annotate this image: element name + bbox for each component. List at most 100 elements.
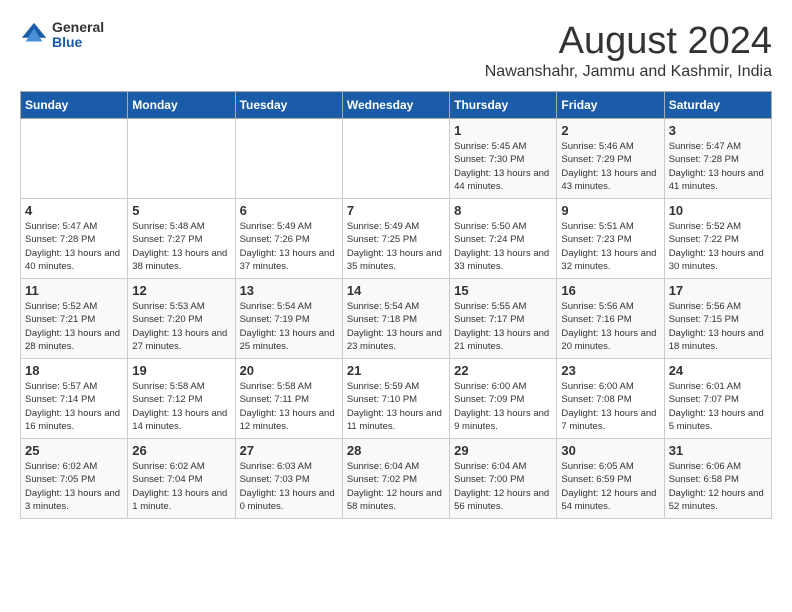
logo-text: General Blue xyxy=(52,20,104,51)
calendar-cell: 17 Sunrise: 5:56 AM Sunset: 7:15 PM Dayli… xyxy=(664,279,771,359)
day-number: 19 xyxy=(132,363,230,378)
cell-info: Sunrise: 5:52 AM Sunset: 7:21 PM Dayligh… xyxy=(25,300,123,353)
day-number: 20 xyxy=(240,363,338,378)
page-header: General Blue August 2024 Nawanshahr, Jam… xyxy=(20,20,772,81)
cell-info: Sunrise: 5:48 AM Sunset: 7:27 PM Dayligh… xyxy=(132,220,230,273)
calendar-cell: 20 Sunrise: 5:58 AM Sunset: 7:11 PM Dayli… xyxy=(235,359,342,439)
cell-info: Sunrise: 5:54 AM Sunset: 7:18 PM Dayligh… xyxy=(347,300,445,353)
calendar-cell: 28Sunrise: 6:04 AM Sunset: 7:02 PM Dayli… xyxy=(342,439,449,519)
title-block: August 2024 Nawanshahr, Jammu and Kashmi… xyxy=(485,20,772,81)
day-number: 9 xyxy=(561,203,659,218)
day-number: 28 xyxy=(347,443,445,458)
logo-blue-label: Blue xyxy=(52,35,104,50)
calendar-cell: 16Sunrise: 5:56 AM Sunset: 7:16 PM Dayli… xyxy=(557,279,664,359)
calendar-cell: 7 Sunrise: 5:49 AM Sunset: 7:25 PM Daylig… xyxy=(342,199,449,279)
day-number: 14 xyxy=(347,283,445,298)
calendar-cell: 21 Sunrise: 5:59 AM Sunset: 7:10 PM Dayli… xyxy=(342,359,449,439)
day-number: 11 xyxy=(25,283,123,298)
day-number: 27 xyxy=(240,443,338,458)
cell-info: Sunrise: 5:52 AM Sunset: 7:22 PM Dayligh… xyxy=(669,220,767,273)
calendar-cell: 11 Sunrise: 5:52 AM Sunset: 7:21 PM Dayli… xyxy=(21,279,128,359)
calendar-cell: 23 Sunrise: 6:00 AM Sunset: 7:08 PM Dayli… xyxy=(557,359,664,439)
calendar-cell: 8Sunrise: 5:50 AM Sunset: 7:24 PM Daylig… xyxy=(450,199,557,279)
cell-info: Sunrise: 6:00 AM Sunset: 7:08 PM Dayligh… xyxy=(561,380,659,433)
column-header-wednesday: Wednesday xyxy=(342,92,449,119)
calendar-cell: 15 Sunrise: 5:55 AM Sunset: 7:17 PM Dayli… xyxy=(450,279,557,359)
cell-info: Sunrise: 6:03 AM Sunset: 7:03 PM Dayligh… xyxy=(240,460,338,513)
day-number: 21 xyxy=(347,363,445,378)
calendar-week-4: 18Sunrise: 5:57 AM Sunset: 7:14 PM Dayli… xyxy=(21,359,772,439)
day-number: 25 xyxy=(25,443,123,458)
cell-info: Sunrise: 5:58 AM Sunset: 7:12 PM Dayligh… xyxy=(132,380,230,433)
day-number: 22 xyxy=(454,363,552,378)
cell-info: Sunrise: 6:02 AM Sunset: 7:05 PM Dayligh… xyxy=(25,460,123,513)
day-number: 31 xyxy=(669,443,767,458)
day-number: 29 xyxy=(454,443,552,458)
calendar-cell: 25 Sunrise: 6:02 AM Sunset: 7:05 PM Dayli… xyxy=(21,439,128,519)
calendar-cell: 3 Sunrise: 5:47 AM Sunset: 7:28 PM Daylig… xyxy=(664,119,771,199)
calendar-cell: 1Sunrise: 5:45 AM Sunset: 7:30 PM Daylig… xyxy=(450,119,557,199)
calendar-cell: 26 Sunrise: 6:02 AM Sunset: 7:04 PM Dayli… xyxy=(128,439,235,519)
calendar-cell: 29 Sunrise: 6:04 AM Sunset: 7:00 PM Dayli… xyxy=(450,439,557,519)
cell-info: Sunrise: 5:50 AM Sunset: 7:24 PM Dayligh… xyxy=(454,220,552,273)
column-header-thursday: Thursday xyxy=(450,92,557,119)
cell-info: Sunrise: 5:58 AM Sunset: 7:11 PM Dayligh… xyxy=(240,380,338,433)
day-number: 26 xyxy=(132,443,230,458)
cell-info: Sunrise: 5:47 AM Sunset: 7:28 PM Dayligh… xyxy=(669,140,767,193)
cell-info: Sunrise: 5:51 AM Sunset: 7:23 PM Dayligh… xyxy=(561,220,659,273)
calendar-cell: 27 Sunrise: 6:03 AM Sunset: 7:03 PM Dayli… xyxy=(235,439,342,519)
day-number: 18 xyxy=(25,363,123,378)
cell-info: Sunrise: 5:59 AM Sunset: 7:10 PM Dayligh… xyxy=(347,380,445,433)
calendar-cell: 12Sunrise: 5:53 AM Sunset: 7:20 PM Dayli… xyxy=(128,279,235,359)
calendar-week-5: 25 Sunrise: 6:02 AM Sunset: 7:05 PM Dayli… xyxy=(21,439,772,519)
cell-info: Sunrise: 6:05 AM Sunset: 6:59 PM Dayligh… xyxy=(561,460,659,513)
cell-info: Sunrise: 6:02 AM Sunset: 7:04 PM Dayligh… xyxy=(132,460,230,513)
calendar-cell: 9 Sunrise: 5:51 AM Sunset: 7:23 PM Daylig… xyxy=(557,199,664,279)
calendar-cell: 4 Sunrise: 5:47 AM Sunset: 7:28 PM Daylig… xyxy=(21,199,128,279)
calendar-cell: 22 Sunrise: 6:00 AM Sunset: 7:09 PM Dayli… xyxy=(450,359,557,439)
cell-info: Sunrise: 5:49 AM Sunset: 7:26 PM Dayligh… xyxy=(240,220,338,273)
calendar-week-2: 4 Sunrise: 5:47 AM Sunset: 7:28 PM Daylig… xyxy=(21,199,772,279)
location-subtitle: Nawanshahr, Jammu and Kashmir, India xyxy=(485,63,772,81)
column-header-friday: Friday xyxy=(557,92,664,119)
cell-info: Sunrise: 6:01 AM Sunset: 7:07 PM Dayligh… xyxy=(669,380,767,433)
calendar-week-1: 1Sunrise: 5:45 AM Sunset: 7:30 PM Daylig… xyxy=(21,119,772,199)
column-header-sunday: Sunday xyxy=(21,92,128,119)
cell-info: Sunrise: 5:54 AM Sunset: 7:19 PM Dayligh… xyxy=(240,300,338,353)
calendar-cell: 19 Sunrise: 5:58 AM Sunset: 7:12 PM Dayli… xyxy=(128,359,235,439)
logo: General Blue xyxy=(20,20,104,51)
day-number: 17 xyxy=(669,283,767,298)
day-number: 30 xyxy=(561,443,659,458)
calendar-cell xyxy=(21,119,128,199)
logo-icon xyxy=(20,21,48,49)
day-number: 4 xyxy=(25,203,123,218)
month-year-title: August 2024 xyxy=(485,20,772,63)
day-number: 3 xyxy=(669,123,767,138)
calendar-cell: 2Sunrise: 5:46 AM Sunset: 7:29 PM Daylig… xyxy=(557,119,664,199)
header-row: SundayMondayTuesdayWednesdayThursdayFrid… xyxy=(21,92,772,119)
day-number: 5 xyxy=(132,203,230,218)
column-header-tuesday: Tuesday xyxy=(235,92,342,119)
day-number: 6 xyxy=(240,203,338,218)
calendar-cell: 31Sunrise: 6:06 AM Sunset: 6:58 PM Dayli… xyxy=(664,439,771,519)
calendar-week-3: 11 Sunrise: 5:52 AM Sunset: 7:21 PM Dayli… xyxy=(21,279,772,359)
day-number: 15 xyxy=(454,283,552,298)
day-number: 23 xyxy=(561,363,659,378)
day-number: 7 xyxy=(347,203,445,218)
calendar-header: SundayMondayTuesdayWednesdayThursdayFrid… xyxy=(21,92,772,119)
calendar-cell xyxy=(128,119,235,199)
calendar-cell xyxy=(342,119,449,199)
calendar-cell: 10Sunrise: 5:52 AM Sunset: 7:22 PM Dayli… xyxy=(664,199,771,279)
column-header-monday: Monday xyxy=(128,92,235,119)
calendar-cell: 14 Sunrise: 5:54 AM Sunset: 7:18 PM Dayli… xyxy=(342,279,449,359)
cell-info: Sunrise: 5:56 AM Sunset: 7:15 PM Dayligh… xyxy=(669,300,767,353)
cell-info: Sunrise: 6:04 AM Sunset: 7:00 PM Dayligh… xyxy=(454,460,552,513)
cell-info: Sunrise: 5:49 AM Sunset: 7:25 PM Dayligh… xyxy=(347,220,445,273)
calendar-body: 1Sunrise: 5:45 AM Sunset: 7:30 PM Daylig… xyxy=(21,119,772,519)
calendar-cell: 30 Sunrise: 6:05 AM Sunset: 6:59 PM Dayli… xyxy=(557,439,664,519)
cell-info: Sunrise: 5:55 AM Sunset: 7:17 PM Dayligh… xyxy=(454,300,552,353)
cell-info: Sunrise: 5:56 AM Sunset: 7:16 PM Dayligh… xyxy=(561,300,659,353)
cell-info: Sunrise: 6:00 AM Sunset: 7:09 PM Dayligh… xyxy=(454,380,552,433)
calendar-cell: 6 Sunrise: 5:49 AM Sunset: 7:26 PM Daylig… xyxy=(235,199,342,279)
cell-info: Sunrise: 5:47 AM Sunset: 7:28 PM Dayligh… xyxy=(25,220,123,273)
